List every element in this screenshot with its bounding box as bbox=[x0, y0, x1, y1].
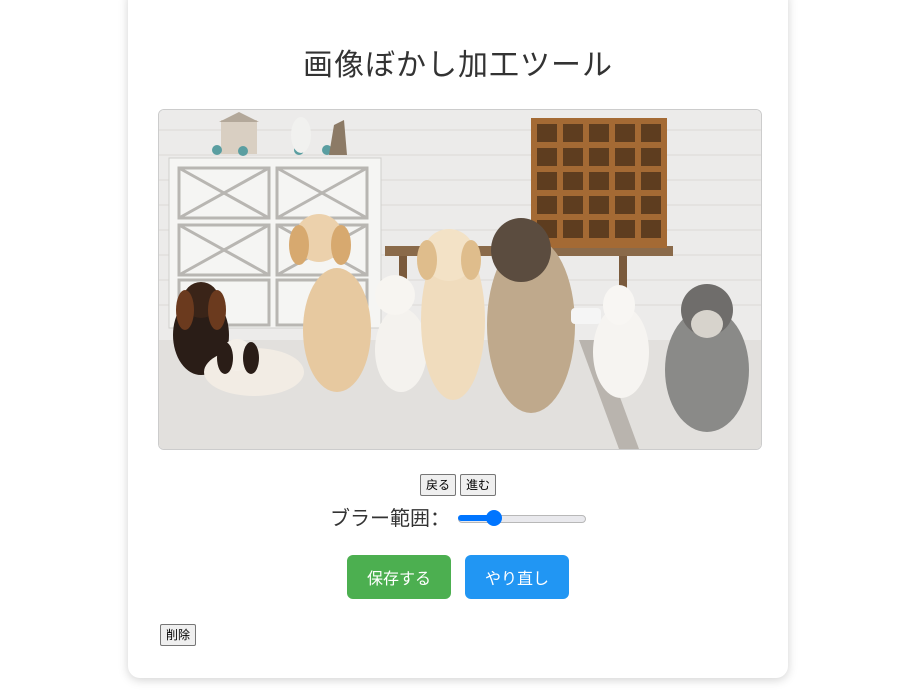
blur-label: ブラー範囲： bbox=[330, 506, 450, 530]
blur-control: ブラー範囲： bbox=[128, 502, 788, 531]
history-controls: 戻る 進む bbox=[128, 474, 788, 496]
image-canvas[interactable] bbox=[158, 109, 762, 450]
page-title: 画像ぼかし加工ツール bbox=[303, 48, 613, 83]
blur-slider-thumb[interactable] bbox=[486, 509, 502, 526]
delete-button[interactable]: 削除 bbox=[160, 624, 197, 646]
tool-card: 画像ぼかし加工ツール 戻る 進む ブラー範囲： 保存する やり直し 削除 bbox=[128, 0, 788, 678]
blur-slider[interactable] bbox=[458, 509, 586, 526]
save-button[interactable]: 保存する bbox=[347, 555, 451, 599]
forward-button[interactable]: 進む bbox=[460, 474, 497, 496]
back-button[interactable]: 戻る bbox=[419, 474, 456, 496]
redo-button[interactable]: やり直し bbox=[465, 555, 569, 599]
action-buttons: 保存する やり直し bbox=[128, 555, 788, 599]
dogs-photo bbox=[159, 110, 761, 449]
